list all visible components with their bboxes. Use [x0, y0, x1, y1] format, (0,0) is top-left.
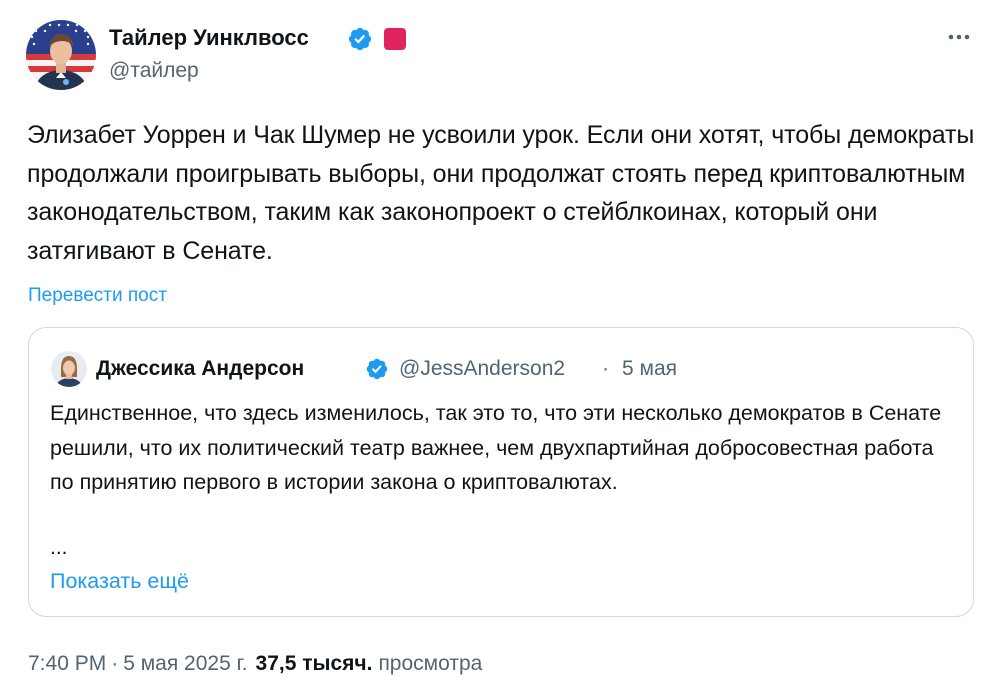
author-avatar[interactable] [26, 20, 96, 90]
quote-author-handle[interactable]: @JessAnderson2 [399, 356, 565, 382]
more-options-icon[interactable] [945, 26, 973, 48]
author-name[interactable]: Тайлер Уинклвосс [109, 24, 309, 52]
tweet-text: Элизабет Уоррен и Чак Шумер не усвоили у… [27, 121, 975, 265]
tweet-date[interactable]: 5 мая 2025 г. [123, 652, 247, 675]
verified-badge-icon [348, 27, 372, 51]
verified-badge-icon [366, 358, 388, 380]
views-label: просмотра [378, 652, 483, 675]
quote-text: Единственное, что здесь изменилось, так … [50, 401, 942, 494]
quote-ellipsis: ... [50, 536, 68, 559]
quote-author-name[interactable]: Джессика Андерсон [96, 356, 304, 382]
quote-separator: · [602, 357, 609, 380]
show-more-link[interactable]: Показать ещё [50, 567, 189, 595]
tweet-time[interactable]: 7:40 PM [28, 652, 106, 675]
quoted-tweet-card[interactable]: Джессика Андерсон @JessAnderson2 · 5 мая… [28, 327, 974, 617]
person-avatar-icon [51, 351, 87, 387]
tweet-meta: 7:40 PM · 5 мая 2025 г. 37,5 тысяч. просмотр… [28, 650, 482, 678]
quote-date[interactable]: 5 мая [622, 356, 677, 382]
author-handle[interactable]: @тайлер [109, 58, 199, 84]
meta-separator: · [111, 652, 119, 675]
tweet: Тайлер Уинклвосс @тайлер Элизабет Уоррен… [0, 0, 1000, 693]
views-count: 37,5 тысяч. [255, 652, 373, 675]
affiliation-badge[interactable] [384, 28, 406, 50]
person-avatar-icon [26, 20, 96, 90]
quote-author-avatar[interactable] [51, 351, 87, 387]
translate-post-link[interactable]: Перевести пост [28, 284, 167, 308]
